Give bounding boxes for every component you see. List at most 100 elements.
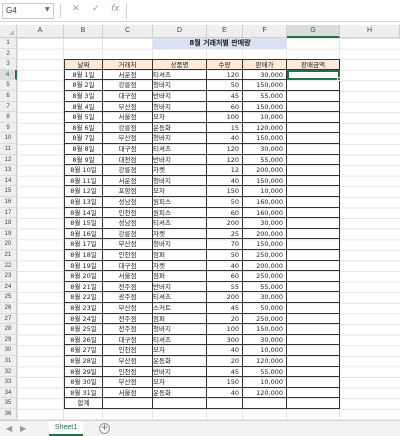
table-cell[interactable]: 강릉점 (103, 165, 153, 176)
table-cell[interactable]: 8월 17일 (64, 239, 103, 250)
table-cell[interactable] (287, 80, 340, 91)
table-cell[interactable]: 8월 16일 (64, 228, 103, 240)
table-header-cell[interactable]: 판매가 (243, 59, 287, 70)
table-cell[interactable] (287, 186, 340, 197)
table-cell[interactable]: 120 (207, 154, 243, 166)
table-cell[interactable] (287, 218, 340, 229)
table-cell[interactable]: 150,000 (243, 101, 287, 113)
table-cell[interactable]: 청바지 (153, 324, 207, 335)
formula-input[interactable] (126, 3, 398, 19)
table-cell[interactable]: 부산점 (103, 356, 153, 367)
table-cell[interactable]: 120 (207, 69, 243, 81)
select-all-button[interactable] (0, 25, 17, 38)
table-cell[interactable]: 대구점 (103, 260, 153, 272)
column-header-b[interactable]: B (64, 25, 103, 38)
table-cell[interactable]: 서울점 (103, 271, 153, 282)
table-cell[interactable]: 대구점 (103, 144, 153, 155)
table-cell[interactable]: 55,000 (243, 281, 287, 293)
table-cell[interactable]: 모자 (153, 186, 207, 197)
column-header-f[interactable]: F (243, 25, 287, 38)
row-header-10[interactable]: 10 (0, 133, 17, 144)
table-cell[interactable]: 150,000 (243, 133, 287, 144)
table-cell[interactable]: 150,000 (243, 80, 287, 91)
table-cell[interactable]: 120,000 (243, 387, 287, 399)
table-cell[interactable] (287, 324, 340, 335)
table-cell[interactable]: 8월 12일 (64, 186, 103, 197)
table-cell[interactable]: 12 (207, 165, 243, 176)
table-cell[interactable]: 40 (207, 133, 243, 144)
table-cell[interactable]: 10,000 (243, 345, 287, 356)
table-cell[interactable]: 40 (207, 387, 243, 399)
table-cell[interactable]: 40 (207, 175, 243, 187)
table-cell[interactable]: 10,000 (243, 377, 287, 388)
table-cell[interactable]: 부산점 (103, 239, 153, 250)
table-cell[interactable]: 원피스 (153, 197, 207, 208)
cancel-icon[interactable]: ✕ (72, 4, 80, 14)
table-cell[interactable]: 55,000 (243, 154, 287, 166)
table-cell[interactable]: 서운점 (103, 69, 153, 81)
table-cell[interactable]: 반바지 (153, 366, 207, 378)
table-cell[interactable]: 점퍼 (153, 271, 207, 282)
table-cell[interactable]: 운동화 (153, 387, 207, 399)
table-cell[interactable]: 8월 25일 (64, 324, 103, 335)
prev-sheet-icon[interactable]: ◀ (6, 424, 12, 433)
table-cell[interactable]: 120,000 (243, 356, 287, 367)
table-cell[interactable]: 100 (207, 324, 243, 335)
table-cell[interactable] (287, 112, 340, 123)
sheet-title[interactable]: 8월 거래처별 판매량 (153, 38, 287, 49)
active-cell-g4[interactable] (287, 69, 341, 82)
table-cell[interactable]: 8월 9일 (64, 154, 103, 166)
table-cell[interactable]: 50 (207, 250, 243, 261)
table-cell[interactable]: 인천점 (103, 345, 153, 356)
table-cell[interactable]: 55 (207, 281, 243, 293)
table-cell[interactable]: 운동화 (153, 122, 207, 134)
row-header-13[interactable]: 13 (0, 165, 17, 176)
table-cell[interactable]: 60 (207, 207, 243, 219)
row-header-18[interactable]: 18 (0, 218, 17, 229)
table-cell[interactable]: 150,000 (243, 175, 287, 187)
table-cell[interactable]: 반바지 (153, 281, 207, 293)
row-header-14[interactable]: 14 (0, 175, 17, 187)
table-cell[interactable]: 광주점 (103, 292, 153, 303)
table-cell[interactable]: 티셔츠 (153, 292, 207, 303)
table-cell[interactable]: 45 (207, 303, 243, 314)
table-cell[interactable]: 대전점 (103, 154, 153, 166)
chevron-down-icon[interactable]: ▼ (45, 6, 50, 13)
row-header-28[interactable]: 28 (0, 324, 17, 335)
table-cell[interactable]: 8월 8일 (64, 144, 103, 155)
table-cell[interactable]: 대구점 (103, 91, 153, 102)
row-header-11[interactable]: 11 (0, 144, 17, 155)
table-cell[interactable]: 8월 20일 (64, 271, 103, 282)
table-cell[interactable] (287, 133, 340, 144)
table-cell[interactable]: 30,000 (243, 292, 287, 303)
table-cell[interactable] (287, 366, 340, 378)
table-header-cell[interactable]: 날짜 (64, 59, 103, 70)
column-header-a[interactable]: A (17, 25, 64, 38)
table-cell[interactable]: 8월 5일 (64, 112, 103, 123)
table-cell[interactable] (287, 377, 340, 388)
table-cell[interactable]: 55,000 (243, 366, 287, 378)
table-cell[interactable]: 자켓 (153, 260, 207, 272)
row-header-36[interactable]: 36 (0, 409, 17, 420)
table-cell[interactable] (287, 154, 340, 166)
table-cell[interactable]: 인천점 (103, 366, 153, 378)
table-cell[interactable]: 원피스 (153, 207, 207, 219)
table-cell[interactable] (287, 356, 340, 367)
table-cell[interactable]: 8월 23일 (64, 303, 103, 314)
table-cell[interactable]: 200,000 (243, 260, 287, 272)
table-cell[interactable]: 8월 15일 (64, 218, 103, 229)
table-cell[interactable]: 8월 21일 (64, 281, 103, 293)
table-cell[interactable]: 30,000 (243, 69, 287, 81)
table-cell[interactable]: 인천점 (103, 207, 153, 219)
table-cell[interactable]: 200,000 (243, 228, 287, 240)
table-cell[interactable]: 8월 2일 (64, 80, 103, 91)
add-sheet-icon[interactable]: + (99, 423, 110, 434)
table-cell[interactable] (287, 345, 340, 356)
row-header-20[interactable]: 20 (0, 239, 17, 250)
table-cell[interactable]: 8월 24일 (64, 313, 103, 325)
table-cell[interactable]: 30,000 (243, 218, 287, 229)
table-cell[interactable]: 25 (207, 228, 243, 240)
table-cell[interactable]: 8월 4일 (64, 101, 103, 113)
table-cell[interactable]: 8월 7일 (64, 133, 103, 144)
table-cell[interactable]: 60 (207, 271, 243, 282)
